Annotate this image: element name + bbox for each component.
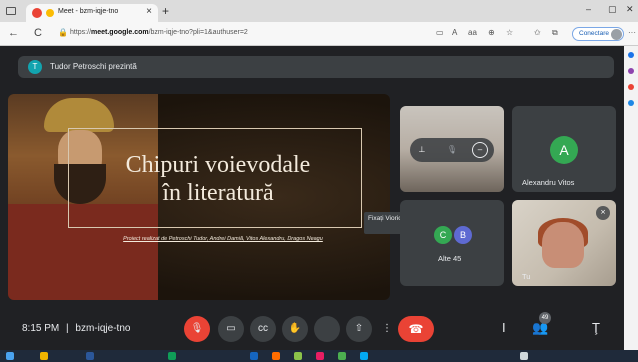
address-bar: ← C 🔒 https://meet.google.com/bzm-iqje-t… [0,22,638,46]
record-icon [32,8,42,18]
tab-title: Meet - bzm-iqje-tno [58,8,119,15]
participant-name: Tu [522,272,531,281]
url-prefix: https:// [70,29,92,36]
word-icon[interactable] [86,352,94,360]
camera-permission-icon[interactable]: ▭ [436,28,444,37]
edge-icon[interactable] [168,352,176,360]
participant-tile-self[interactable]: ⨯ Tu [512,200,616,286]
more-icon[interactable]: ··· [628,28,636,37]
browser-tabstrip: Meet - bzm-iqje-tno × + – ▢ ✕ [0,0,638,22]
camera-toggle-button[interactable]: ▭ [218,316,244,342]
reactions-button[interactable] [314,316,340,342]
more-options-button[interactable]: ⋮ [378,316,396,342]
meeting-code: bzm-iqje-tno [75,323,131,334]
presenter-banner: T Tudor Petroschi prezintă [18,56,614,78]
present-button[interactable]: ⇧ [346,316,372,342]
hand-icon: ✋ [288,323,302,334]
separator: | [66,323,69,334]
clock: 8:15 PM [22,323,60,334]
app-icon[interactable] [250,352,258,360]
favorite-star-icon[interactable]: ☆ [506,28,513,37]
mic-toggle-button[interactable]: 🎙 [184,316,210,342]
translate-icon[interactable]: aa [468,28,477,37]
slide-title-line-2: în literatură [162,180,274,206]
slide-subtitle: Proiect realizat de Petroschi Tudor, And… [123,236,323,242]
sign-in-button[interactable]: Conectare [572,27,624,41]
person-shape [542,222,584,268]
participant-tile-others[interactable]: C B Alte 45 [400,200,504,286]
raise-hand-button[interactable]: ✋ [282,316,308,342]
start-icon[interactable] [6,352,14,360]
meet-favicon-icon [46,9,54,17]
participant-avatar: B [454,226,472,244]
tab-close-icon[interactable]: × [146,6,152,17]
app-icon[interactable] [360,352,368,360]
presentation-slide: Chipuri voievodale în literatură Proiect… [8,94,390,300]
favorites-icon[interactable]: ✩ [534,28,541,37]
url-path: /bzm-iqje-tno?pli=1&authuser=2 [148,29,248,36]
remove-icon[interactable]: – [472,142,488,158]
read-aloud-icon[interactable]: A [452,28,457,37]
camera-icon: ▭ [226,323,236,334]
browser-tab[interactable]: Meet - bzm-iqje-tno × [26,4,158,22]
mic-off-icon: 🎙 [190,323,204,334]
captions-icon: cc [258,323,268,334]
meeting-info: 8:15 PM | bzm-iqje-tno [22,323,130,334]
mic-icon[interactable]: 🎙 [444,142,460,158]
tile-hover-controls: ⊥ 🎙 – [410,138,494,162]
collections-icon[interactable]: ⧉ [552,28,558,38]
participant-tile-viorica[interactable]: ⊥ 🎙 – [400,106,504,192]
new-tab-button[interactable]: + [162,4,169,18]
zoom-icon[interactable]: ⊕ [488,28,495,37]
url-field[interactable]: 🔒 https://meet.google.com/bzm-iqje-tno?p… [58,27,438,41]
browser-sidebar [624,46,638,350]
captions-button[interactable]: cc [250,316,276,342]
participant-count-badge: 49 [539,312,551,324]
url-domain: meet.google.com [91,29,149,36]
outlook-icon[interactable] [628,100,634,106]
window-menu-icon[interactable] [6,7,16,15]
title-frame [68,128,362,228]
sign-in-label: Conectare [579,30,609,37]
slide-title-line-1: Chipuri voievodale [125,152,311,178]
app-icon[interactable] [294,352,302,360]
maximize-icon[interactable]: ▢ [608,4,617,15]
app-icon[interactable] [338,352,346,360]
present-icon: ⇧ [354,323,364,334]
back-icon[interactable]: ← [8,27,19,39]
app-icon[interactable] [272,352,280,360]
minimize-icon[interactable]: – [586,4,591,14]
tools-icon[interactable] [628,68,634,74]
office-icon[interactable] [628,84,634,90]
meet-stage: T Tudor Petroschi prezintă Chipuri voiev… [0,46,624,350]
search-icon[interactable] [628,52,634,58]
participant-tile-alexandru[interactable]: A Alexandru Vitos [512,106,616,192]
end-call-button[interactable]: ☎ [398,316,434,342]
tray-icon[interactable] [520,352,528,360]
participant-avatar: A [550,136,578,164]
activities-icon[interactable]: Ţ [592,320,600,335]
lock-icon: 🔒 [58,28,68,37]
crown-shape [44,98,114,132]
mic-off-icon: ⨯ [596,206,610,220]
phone-hangup-icon: ☎ [408,322,424,336]
more-vert-icon: ⋮ [382,323,392,334]
info-icon[interactable]: I [502,320,506,335]
presenter-text: Tudor Petroschi prezintă [50,62,137,71]
presenter-avatar: T [28,60,42,74]
explorer-icon[interactable] [40,352,48,360]
profile-avatar-icon [611,29,622,40]
participant-avatar: C [434,226,452,244]
others-label: Alte 45 [438,254,462,263]
reload-icon[interactable]: C [34,27,42,39]
windows-taskbar [0,350,638,362]
participant-name: Alexandru Vitos [522,178,575,187]
close-window-icon[interactable]: ✕ [626,4,634,15]
pin-icon[interactable]: ⊥ [414,142,430,158]
app-icon[interactable] [316,352,324,360]
